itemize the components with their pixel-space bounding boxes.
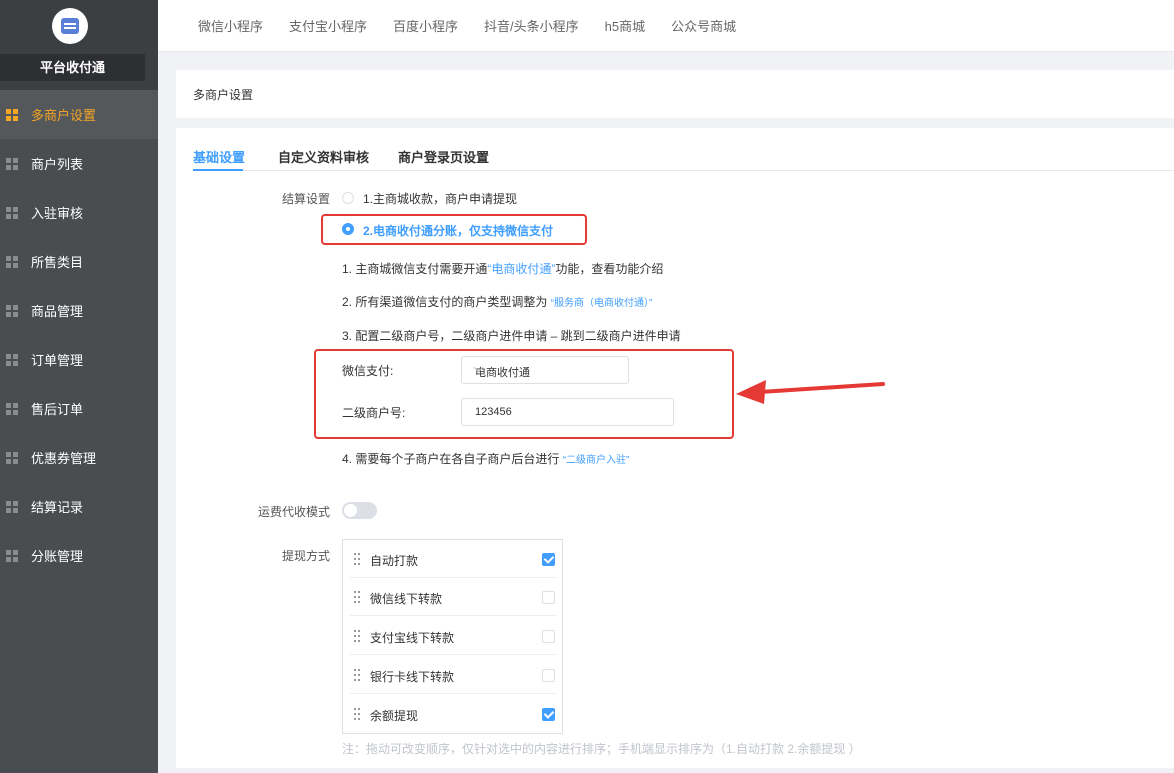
topnav-baidu-miniprogram[interactable]: 百度小程序 [393,16,458,35]
topnav-douyin-miniprogram[interactable]: 抖音/头条小程序 [484,16,579,35]
step-2-text: 2. 所有渠道微信支付的商户类型调整为 [342,295,548,309]
sidebar-item-onboarding-review[interactable]: 入驻审核 [0,188,158,237]
grid-icon [6,108,18,121]
sidebar-item-label: 入驻审核 [31,206,84,221]
withdraw-method-checkbox[interactable] [542,630,555,643]
step-2: 2. 所有渠道微信支付的商户类型调整为 “服务商（电商收付通）” [342,293,652,310]
withdraw-method-name: 余额提现 [370,709,419,723]
sidebar-item-label: 商户列表 [31,157,84,172]
freight-mode-toggle[interactable] [342,502,377,519]
drag-handle-icon[interactable] [354,553,360,565]
sub-merchant-input[interactable]: 123456 [461,398,674,426]
step-1-text-end: 功能，查看功能介绍 [555,262,664,276]
withdraw-method-name: 微信线下转款 [370,592,443,606]
sidebar-item-label: 商品管理 [31,304,84,319]
grid-icon [6,304,18,317]
sidebar-item-profit-sharing[interactable]: 分账管理 [0,531,158,580]
withdraw-method-checkbox[interactable] [542,669,555,682]
sidebar-item-multi-merchant-settings[interactable]: 多商户设置 [0,90,158,139]
sidebar-item-label: 分账管理 [31,549,84,564]
step-3[interactable]: 3. 配置二级商户号，二级商户进件申请 – 跳到二级商户进件申请 [342,327,681,344]
grid-icon [6,451,18,464]
grid-icon [6,206,18,219]
sidebar-item-label: 订单管理 [31,353,84,368]
page-title-panel: 多商户设置 [176,70,1174,118]
list-item[interactable]: 微信线下转款 [350,578,557,616]
tab-active-indicator [193,169,243,171]
sidebar-item-categories[interactable]: 所售类目 [0,237,158,286]
list-item[interactable]: 自动打款 [350,540,557,578]
withdraw-method-checkbox[interactable] [542,553,555,566]
sidebar-item-label: 多商户设置 [31,108,97,123]
sidebar-item-label: 优惠券管理 [31,451,97,466]
settlement-option-1-radio[interactable] [342,192,354,204]
step-4: 4. 需要每个子商户在各自子商户后台进行 “二级商户入驻” [342,450,629,467]
sidebar-item-after-sales[interactable]: 售后订单 [0,384,158,433]
withdraw-method-name: 银行卡线下转款 [370,670,455,684]
withdraw-method-name: 自动打款 [370,554,419,568]
withdraw-sort-note: 注：拖动可改变顺序，仅针对选中的内容进行排序；手机端显示排序为（1.自动打款 2… [342,742,861,756]
sub-merchant-label: 二级商户号: [342,406,406,420]
grid-icon [6,549,18,562]
settlement-option-2-label[interactable]: 2.电商收付通分账，仅支持微信支付 [363,222,553,239]
sidebar-item-settlement-records[interactable]: 结算记录 [0,482,158,531]
topnav-official-account-mall[interactable]: 公众号商城 [671,16,736,35]
drag-handle-icon[interactable] [354,669,360,681]
settlement-label: 结算设置 [282,192,331,206]
annotation-arrow-icon [736,380,885,404]
sidebar-item-label: 所售类目 [31,255,84,270]
settlement-option-1-label[interactable]: 1.主商城收款，商户申请提现 [363,190,517,207]
top-nav: 微信小程序 支付宝小程序 百度小程序 抖音/头条小程序 h5商城 公众号商城 [158,0,1174,52]
drag-handle-icon[interactable] [354,708,360,720]
withdraw-method-checkbox[interactable] [542,708,555,721]
step-1-text: 1. 主商城微信支付需要开通 [342,262,488,276]
freight-mode-label: 运费代收模式 [258,505,331,519]
sidebar-header: 平台收付通 [0,0,158,90]
grid-icon [6,157,18,170]
grid-icon [6,353,18,366]
drag-handle-icon[interactable] [354,591,360,603]
tab-bar: 基础设置 自定义资料审核 商户登录页设置 [193,128,1174,171]
list-item[interactable]: 银行卡线下转款 [350,656,557,694]
topnav-wechat-miniprogram[interactable]: 微信小程序 [198,16,263,35]
sidebar-item-coupons[interactable]: 优惠券管理 [0,433,158,482]
withdraw-method-checkbox[interactable] [542,591,555,604]
sidebar-item-label: 结算记录 [31,500,84,515]
wechat-pay-label: 微信支付: [342,364,394,378]
withdraw-method-name: 支付宝线下转款 [370,631,455,645]
grid-icon [6,255,18,268]
topnav-h5-mall[interactable]: h5商城 [605,16,645,35]
withdraw-method-label: 提现方式 [282,549,331,563]
list-item[interactable]: 支付宝线下转款 [350,617,557,655]
sidebar-item-orders[interactable]: 订单管理 [0,335,158,384]
sidebar-item-label: 售后订单 [31,402,84,417]
tab-login-page-settings[interactable]: 商户登录页设置 [398,147,489,166]
drag-handle-icon[interactable] [354,630,360,642]
grid-icon [6,500,18,513]
sidebar-nav: 多商户设置 商户列表 入驻审核 所售类目 商品管理 订单管理 售后订单 优惠券管… [0,90,158,580]
sidebar: 平台收付通 多商户设置 商户列表 入驻审核 所售类目 商品管理 订单管理 售后订… [0,0,158,773]
step-1: 1. 主商城微信支付需要开通“电商收付通”功能，查看功能介绍 [342,260,663,277]
brand-name: 平台收付通 [0,54,145,81]
wechat-pay-select[interactable]: 电商收付通 [461,356,629,384]
logo [52,8,88,44]
grid-icon [6,402,18,415]
step-4-text: 4. 需要每个子商户在各自子商户后台进行 [342,452,560,466]
list-item[interactable]: 余额提现 [350,695,557,733]
tab-basic-settings[interactable]: 基础设置 [193,147,245,166]
main-panel: 基础设置 自定义资料审核 商户登录页设置 结算设置 1.主商城收款，商户申请提现… [176,128,1174,768]
sidebar-item-merchant-list[interactable]: 商户列表 [0,139,158,188]
sidebar-item-products[interactable]: 商品管理 [0,286,158,335]
service-provider-link[interactable]: “服务商（电商收付通）” [551,298,653,309]
topnav-alipay-miniprogram[interactable]: 支付宝小程序 [289,16,367,35]
settlement-option-2-radio[interactable] [342,223,354,235]
ecommerce-payment-link[interactable]: “电商收付通” [487,262,555,276]
logo-icon [61,18,79,34]
page-title: 多商户设置 [193,88,254,102]
tab-custom-review[interactable]: 自定义资料审核 [278,147,369,166]
withdraw-method-list: 自动打款 微信线下转款 支付宝线下转款 银行卡线下转款 余额提现 [342,539,563,734]
sub-merchant-onboarding-link[interactable]: “二级商户入驻” [563,455,630,466]
